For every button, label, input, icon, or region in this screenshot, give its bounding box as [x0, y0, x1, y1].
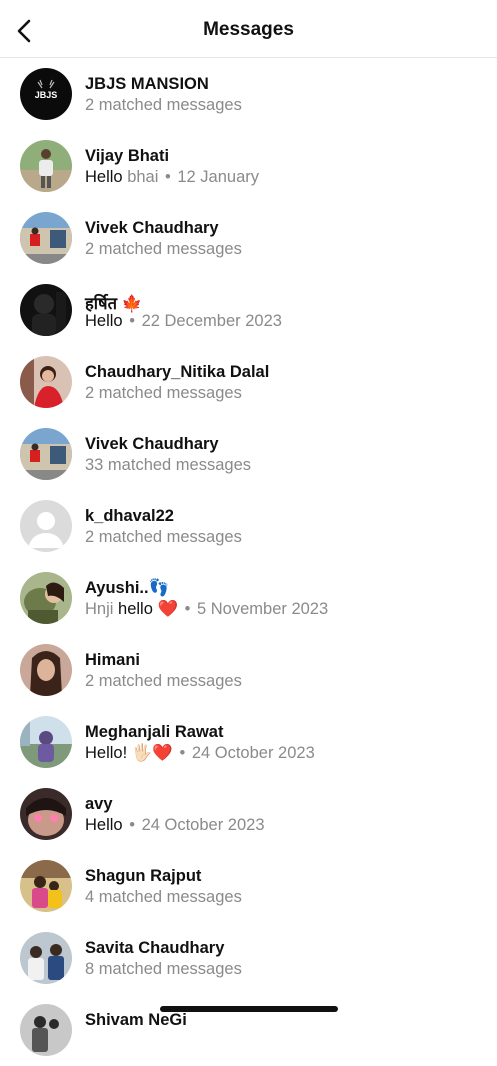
- message-highlight: bhai: [127, 168, 159, 186]
- top-nav-bar: Messages: [0, 0, 497, 58]
- conversation-subtitle: Hello! 🖐🏻❤️ • 24 October 2023: [85, 744, 315, 763]
- conversation-name: Shagun Rajput: [85, 867, 202, 885]
- avatar: [20, 212, 72, 264]
- conversation-subtitle: 2 matched messages: [85, 240, 242, 258]
- message-search-results: JBJS JBJS MANSION 2 matched messages Vij…: [0, 58, 497, 1066]
- conversation-name: Vijay Bhati: [85, 147, 170, 165]
- conversation-row[interactable]: JBJS JBJS MANSION 2 matched messages: [0, 58, 497, 130]
- message-preview: Hnji: [85, 600, 114, 618]
- conversation-row[interactable]: Himani 2 matched messages: [0, 634, 497, 706]
- avatar: [20, 716, 72, 768]
- conversation-row[interactable]: k_dhaval22 2 matched messages: [0, 490, 497, 562]
- message-date: 12 January: [177, 168, 260, 186]
- conversation-subtitle: Hnji hello ❤️ • 5 November 2023: [85, 600, 328, 619]
- conversation-name: Himani: [85, 651, 141, 669]
- message-preview: Hello: [85, 168, 123, 186]
- page-title: Messages: [203, 19, 294, 40]
- message-date: 22 December 2023: [141, 312, 282, 330]
- conversation-name: Meghanjali Rawat: [85, 723, 224, 741]
- avatar-logo-text: JBJS: [35, 90, 58, 100]
- avatar: [20, 788, 72, 840]
- avatar: [20, 572, 72, 624]
- avatar: [20, 284, 72, 336]
- conversation-row[interactable]: Shivam NeGi: [0, 994, 497, 1066]
- avatar: [20, 428, 72, 480]
- message-preview: Hello: [85, 816, 123, 834]
- default-avatar-icon: [20, 500, 72, 552]
- conversation-row[interactable]: हर्षित 🍁 Hello • 22 December 2023: [0, 274, 497, 346]
- avatar: [20, 932, 72, 984]
- separator-dot: •: [129, 312, 135, 330]
- separator-dot: •: [129, 816, 135, 834]
- conversation-subtitle: 4 matched messages: [85, 888, 242, 906]
- conversation-subtitle: Hello • 24 October 2023: [85, 816, 265, 835]
- conversation-subtitle: 2 matched messages: [85, 384, 242, 402]
- avatar: [20, 356, 72, 408]
- conversation-row[interactable]: Savita Chaudhary 8 matched messages: [0, 922, 497, 994]
- message-date: 5 November 2023: [197, 600, 329, 618]
- message-date: 24 October 2023: [141, 816, 265, 834]
- message-preview: Hello: [85, 312, 123, 330]
- conversation-row[interactable]: Vivek Chaudhary 33 matched messages: [0, 418, 497, 490]
- conversation-row[interactable]: Ayushi..👣 Hnji hello ❤️ • 5 November 202…: [0, 562, 497, 634]
- message-highlight: hello ❤️: [118, 600, 179, 618]
- conversation-subtitle: 2 matched messages: [85, 528, 242, 546]
- avatar: [20, 860, 72, 912]
- conversation-row[interactable]: Vijay Bhati Hello bhai • 12 January: [0, 130, 497, 202]
- conversation-subtitle: Hello • 22 December 2023: [85, 312, 282, 331]
- conversation-name: Ayushi..👣: [85, 579, 170, 597]
- conversation-name: हर्षित 🍁: [85, 295, 143, 313]
- conversation-name: k_dhaval22: [85, 507, 174, 525]
- conversation-row[interactable]: Vivek Chaudhary 2 matched messages: [0, 202, 497, 274]
- home-indicator: [160, 1006, 338, 1012]
- conversation-row[interactable]: Shagun Rajput 4 matched messages: [0, 850, 497, 922]
- separator-dot: •: [179, 744, 186, 762]
- avatar: [20, 140, 72, 192]
- avatar: [20, 644, 72, 696]
- message-preview: Hello! 🖐🏻❤️: [85, 744, 173, 762]
- conversation-name: JBJS MANSION: [85, 75, 209, 93]
- conversation-name: Vivek Chaudhary: [85, 219, 219, 237]
- message-date: 24 October 2023: [191, 744, 315, 762]
- separator-dot: •: [184, 600, 191, 618]
- avatar: [20, 500, 72, 552]
- avatar: [20, 1004, 72, 1056]
- conversation-name: avy: [85, 795, 113, 813]
- conversation-name: Vivek Chaudhary: [85, 435, 219, 453]
- conversation-subtitle: 33 matched messages: [85, 456, 252, 474]
- conversation-name: Chaudhary_Nitika Dalal: [85, 363, 270, 381]
- conversation-name: Shivam NeGi: [85, 1011, 187, 1029]
- separator-dot: •: [165, 168, 171, 186]
- conversation-row[interactable]: Meghanjali Rawat Hello! 🖐🏻❤️ • 24 Octobe…: [0, 706, 497, 778]
- conversation-subtitle: 8 matched messages: [85, 960, 242, 978]
- conversation-name: Savita Chaudhary: [85, 939, 225, 957]
- conversation-subtitle: 2 matched messages: [85, 96, 242, 114]
- conversation-row[interactable]: avy Hello • 24 October 2023: [0, 778, 497, 850]
- avatar: JBJS: [20, 68, 72, 120]
- conversation-subtitle: 2 matched messages: [85, 672, 242, 690]
- conversation-row[interactable]: Chaudhary_Nitika Dalal 2 matched message…: [0, 346, 497, 418]
- conversation-subtitle: Hello bhai • 12 January: [85, 168, 259, 187]
